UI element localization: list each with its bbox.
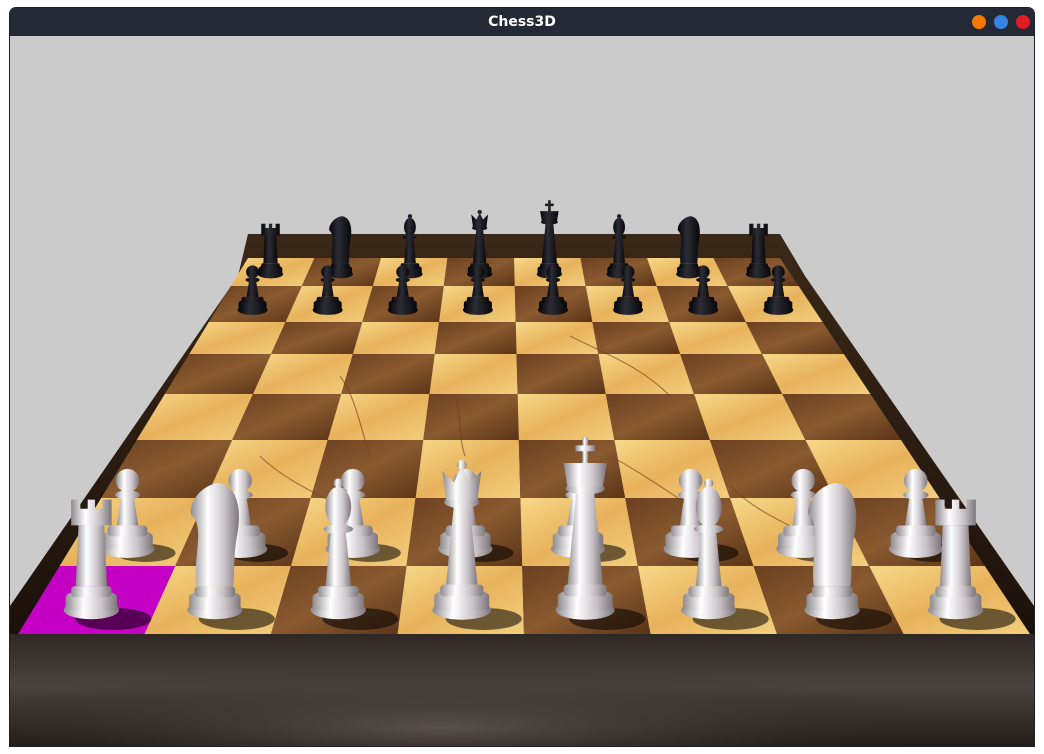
square-e4[interactable]	[517, 394, 615, 440]
piece-base	[563, 584, 607, 597]
piece-base	[331, 263, 350, 269]
title-bar[interactable]: Chess3D	[10, 8, 1034, 36]
piece-base	[679, 263, 699, 269]
square-e6[interactable]	[515, 322, 599, 354]
close-button[interactable]	[1016, 15, 1030, 29]
piece-base	[896, 525, 936, 537]
piece-crown	[261, 223, 280, 236]
piece-base	[71, 586, 112, 598]
piece-base	[541, 296, 564, 303]
piece-body	[263, 235, 278, 264]
king-cross	[575, 445, 596, 452]
square-c4[interactable]	[327, 394, 430, 440]
piece-head	[341, 468, 365, 493]
table-glow	[10, 626, 1034, 746]
piece-finial	[617, 214, 622, 219]
window-title: Chess3D	[488, 14, 556, 30]
square-g6[interactable]	[669, 322, 763, 354]
piece-base	[391, 296, 414, 303]
app-window: Chess3D	[10, 8, 1034, 746]
king-cross	[545, 203, 554, 207]
piece-head	[471, 265, 485, 279]
square-d4[interactable]	[423, 394, 519, 440]
square-b6[interactable]	[271, 322, 363, 354]
piece-base	[767, 296, 790, 303]
piece-crown	[71, 499, 112, 526]
piece-head	[246, 265, 260, 279]
piece-body	[939, 525, 972, 587]
piece-base	[688, 586, 729, 598]
piece-head	[621, 265, 635, 279]
piece-finial	[477, 209, 482, 215]
piece-head	[613, 217, 625, 237]
maximize-button[interactable]	[994, 15, 1008, 29]
piece-head	[404, 217, 416, 237]
piece-finial	[704, 478, 714, 488]
square-f6[interactable]	[592, 322, 681, 354]
square-f4[interactable]	[605, 394, 710, 440]
piece-head	[771, 265, 785, 279]
square-d6[interactable]	[434, 322, 517, 354]
piece-body	[75, 525, 108, 587]
piece-body	[751, 235, 766, 264]
piece-head	[228, 468, 252, 493]
square-c3[interactable]	[310, 440, 424, 498]
piece-head	[115, 468, 140, 493]
piece-head	[904, 468, 928, 493]
piece-base	[811, 586, 853, 598]
piece-base	[318, 586, 359, 598]
piece-head	[321, 265, 335, 279]
square-f5[interactable]	[598, 354, 695, 394]
piece-head	[695, 486, 722, 528]
piece-base	[692, 296, 715, 303]
piece-crown	[563, 463, 607, 487]
square-e5[interactable]	[516, 354, 606, 394]
chess-scene[interactable]	[10, 36, 1034, 746]
3d-viewport[interactable]	[10, 36, 1034, 746]
piece-head	[678, 468, 703, 493]
piece-head	[696, 265, 710, 279]
piece-base	[316, 296, 339, 303]
piece-base	[440, 584, 484, 597]
minimize-button[interactable]	[972, 15, 986, 29]
piece-head	[325, 486, 352, 528]
piece-base	[749, 263, 768, 269]
piece-base	[935, 586, 976, 598]
piece-head	[546, 265, 560, 279]
piece-base	[194, 586, 236, 598]
piece-base	[466, 296, 489, 303]
square-c6[interactable]	[352, 322, 439, 354]
piece-crown	[540, 211, 559, 222]
piece-finial	[407, 214, 413, 219]
square-c5[interactable]	[341, 354, 435, 394]
piece-base	[617, 296, 640, 303]
square-d5[interactable]	[429, 354, 518, 394]
piece-base	[107, 525, 148, 537]
piece-finial	[456, 460, 467, 470]
piece-base	[261, 263, 280, 269]
piece-head	[396, 265, 410, 279]
piece-base	[241, 296, 264, 303]
piece-finial	[333, 478, 343, 488]
piece-crown	[935, 499, 976, 526]
piece-crown	[749, 223, 768, 236]
piece-head	[791, 468, 815, 493]
